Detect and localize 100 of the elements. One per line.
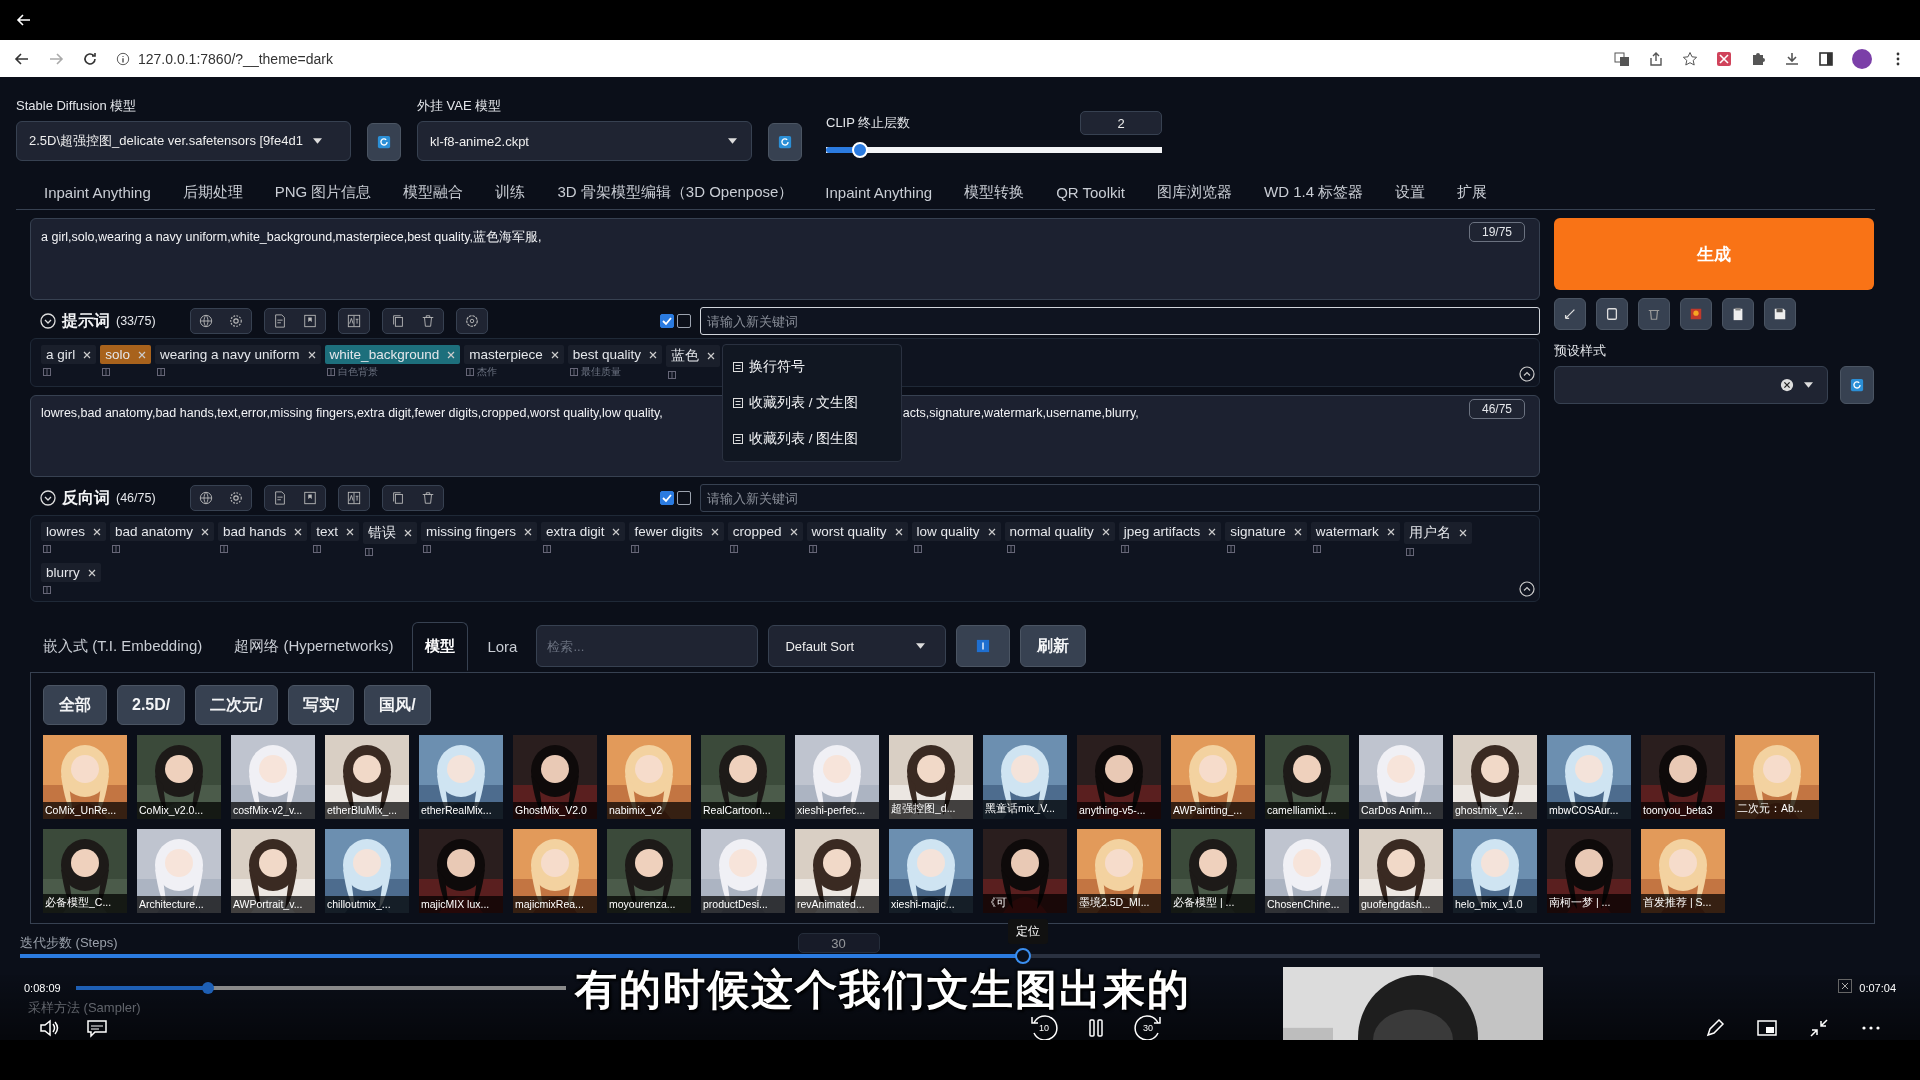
tab[interactable]: 图库浏览器	[1143, 182, 1247, 202]
model-card[interactable]: etherRealMix...	[419, 735, 503, 819]
model-dropdown[interactable]: 2.5D\超强控图_delicate ver.safetensors [9fe4d1	[16, 121, 351, 161]
model-card[interactable]: 必备模型 | ...	[1171, 829, 1255, 913]
tag-chip[interactable]: worst quality	[806, 522, 908, 541]
puzzle-icon[interactable]	[1750, 50, 1766, 67]
collapse-icon[interactable]	[40, 490, 56, 506]
tab[interactable]: 后期处理	[168, 182, 257, 202]
download-icon[interactable]	[1784, 50, 1800, 67]
clear-icon[interactable]	[1780, 378, 1795, 392]
tab[interactable]: 模型	[412, 622, 469, 671]
tag-chip[interactable]: low quality	[911, 522, 1001, 541]
translate-icon[interactable]	[1614, 50, 1630, 67]
shrink-icon[interactable]	[1808, 1017, 1830, 1039]
model-card[interactable]: nabimix_v2	[607, 735, 691, 819]
copy-icon[interactable]	[390, 491, 405, 505]
tag-chip[interactable]: watermark	[1310, 522, 1400, 541]
tool-button[interactable]	[1722, 298, 1754, 330]
tag-chip[interactable]: solo	[100, 345, 152, 364]
tag-chip[interactable]: extra digit	[540, 522, 626, 541]
info-icon[interactable]	[116, 51, 130, 66]
volume-icon[interactable]	[38, 1017, 60, 1039]
tab[interactable]: 嵌入式 (T.I. Embedding)	[30, 622, 216, 671]
tab[interactable]: WD 1.4 标签器	[1250, 182, 1378, 202]
folder-button[interactable]: 二次元/	[195, 685, 278, 725]
flower-icon[interactable]	[464, 314, 479, 328]
model-card[interactable]: AWPainting_...	[1171, 735, 1255, 819]
tool-button[interactable]	[1596, 298, 1628, 330]
tag-chip[interactable]: bad hands	[218, 522, 308, 541]
model-card[interactable]: etherBluMix_...	[325, 735, 409, 819]
tab[interactable]: Inpaint Anything	[30, 183, 165, 201]
document-icon[interactable]	[272, 314, 287, 328]
picture-in-picture-icon[interactable]	[1756, 1017, 1778, 1039]
model-card[interactable]: camelliamixL...	[1265, 735, 1349, 819]
close-icon[interactable]	[1838, 979, 1852, 993]
bookmark-icon[interactable]	[302, 491, 317, 505]
extension-icon[interactable]	[1716, 50, 1732, 67]
tag-chip[interactable]: 蓝色	[666, 345, 721, 367]
model-card[interactable]: CoMix_UnRe...	[43, 735, 127, 819]
bookmark-icon[interactable]	[302, 314, 317, 328]
folder-button[interactable]: 写实/	[287, 685, 355, 725]
model-card[interactable]: guofengdash...	[1359, 829, 1443, 913]
tab[interactable]: 模型融合	[389, 182, 478, 202]
menu-item[interactable]: 收藏列表 / 图生图	[723, 421, 901, 457]
sort-dropdown[interactable]: Default Sort	[768, 625, 947, 667]
tab[interactable]: 3D 骨架模型编辑（3D Openpose）	[543, 182, 808, 202]
model-card[interactable]: 墨境2.5D_MI...	[1077, 829, 1161, 913]
keyword-input[interactable]: 请输入新关键词	[700, 484, 1540, 512]
trash-icon[interactable]	[420, 314, 435, 328]
model-card[interactable]: 必备模型_C...	[43, 829, 127, 913]
model-dropdown[interactable]: kl-f8-anime2.ckpt	[417, 121, 752, 161]
model-card[interactable]: ChosenChine...	[1265, 829, 1349, 913]
skip-back-button[interactable]: 10	[1029, 1013, 1059, 1043]
sidebar-icon[interactable]	[1818, 50, 1834, 67]
tag-chip[interactable]: fewer digits	[629, 522, 724, 541]
tag-chip[interactable]: text	[311, 522, 359, 541]
tab[interactable]: 模型转换	[950, 182, 1039, 202]
tab[interactable]: Lora	[474, 623, 531, 670]
model-card[interactable]: revAnimated...	[795, 829, 879, 913]
collapse-icon[interactable]	[1519, 366, 1535, 382]
tab[interactable]: 设置	[1381, 182, 1440, 202]
tag-chip[interactable]: white_background	[324, 345, 461, 364]
collapse-icon[interactable]	[1519, 581, 1535, 597]
tab[interactable]: 训练	[481, 182, 540, 202]
captions-icon[interactable]	[86, 1017, 108, 1039]
tag-chip[interactable]: signature	[1225, 522, 1307, 541]
model-card[interactable]: xieshi-perfec...	[795, 735, 879, 819]
model-card[interactable]: xieshi-majic...	[889, 829, 973, 913]
tag-chip[interactable]: missing fingers	[420, 522, 537, 541]
checkbox[interactable]	[660, 491, 674, 505]
model-card[interactable]: productDesi...	[701, 829, 785, 913]
model-card[interactable]: chilloutmix_...	[325, 829, 409, 913]
model-card[interactable]: majicmixRea...	[513, 829, 597, 913]
tab[interactable]: 扩展	[1443, 182, 1502, 202]
model-card[interactable]: Architecture...	[137, 829, 221, 913]
prompt-textarea[interactable]: a girl,solo,wearing a navy uniform,white_background,masterpiece,best quality,蓝色海军服, 19/75	[30, 218, 1540, 300]
tag-chip[interactable]: a girl	[41, 345, 97, 364]
number-field[interactable]: 2	[1080, 111, 1162, 135]
tab[interactable]: PNG 图片信息	[260, 182, 386, 202]
folder-button[interactable]: 2.5D/	[117, 685, 186, 725]
search-field[interactable]: 检索...	[536, 625, 759, 667]
tag-chip[interactable]: 错误	[362, 522, 417, 544]
refresh-button[interactable]	[1840, 366, 1874, 404]
refresh-button[interactable]	[768, 123, 802, 161]
tab[interactable]: Inpaint Anything	[811, 183, 947, 201]
avatar-icon[interactable]	[1852, 48, 1872, 69]
model-card[interactable]: majicMIX lux...	[419, 829, 503, 913]
pen-icon[interactable]	[1704, 1017, 1726, 1039]
back-icon[interactable]	[16, 12, 32, 28]
skip-forward-button[interactable]: 30	[1133, 1013, 1163, 1043]
model-card[interactable]: AWPortrait_v...	[231, 829, 315, 913]
translate-icon[interactable]	[346, 491, 361, 505]
tab[interactable]: 超网络 (Hypernetworks)	[221, 622, 407, 671]
model-card[interactable]: GhostMix_V2.0	[513, 735, 597, 819]
trash-icon[interactable]	[420, 491, 435, 505]
model-card[interactable]: 南柯一梦 | ...	[1547, 829, 1631, 913]
tool-button[interactable]	[1764, 298, 1796, 330]
model-card[interactable]: RealCartoon...	[701, 735, 785, 819]
model-card[interactable]: 超强控图_d...	[889, 735, 973, 819]
model-card[interactable]: 黑童话mix_V...	[983, 735, 1067, 819]
